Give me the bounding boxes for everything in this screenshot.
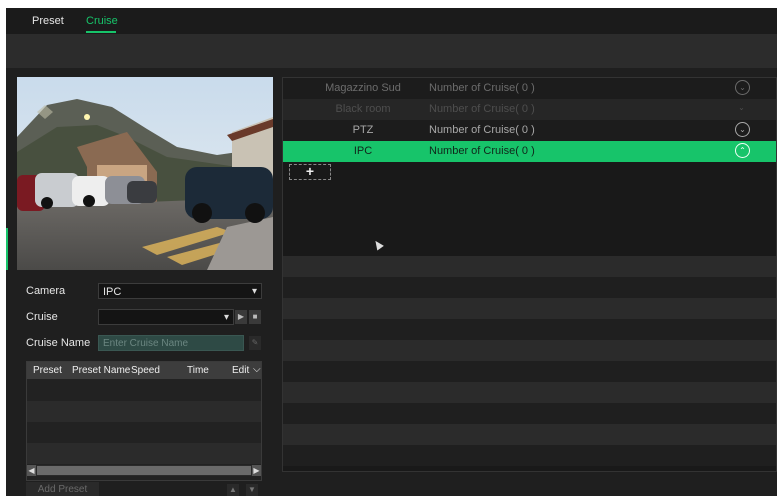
- chevron-down-circle-icon[interactable]: ⌄: [735, 80, 750, 95]
- camera-name: Black room: [335, 103, 391, 115]
- arrow-up-icon: ▲: [229, 485, 237, 494]
- selection-accent: [6, 228, 8, 270]
- camera-label: Camera: [26, 285, 66, 297]
- tab-cruise[interactable]: Cruise: [86, 15, 118, 27]
- list-row: [283, 277, 776, 298]
- scroll-right-icon[interactable]: ▶: [252, 465, 261, 476]
- horizontal-scrollbar[interactable]: ◀ ▶: [27, 465, 261, 476]
- chevron-down-icon: ▾: [223, 312, 229, 323]
- camera-select-value: IPC: [103, 286, 122, 298]
- camera-name: PTZ: [352, 124, 374, 136]
- camera-cruise-list: Magazzino Sud Number of Cruise( 0 ) ⌄ Bl…: [282, 77, 777, 472]
- play-icon: ▶: [237, 312, 245, 321]
- list-item[interactable]: PTZ Number of Cruise( 0 ) ⌄: [283, 120, 776, 141]
- list-item-selected[interactable]: IPC Number of Cruise( 0 ) ⌃: [283, 141, 776, 162]
- scrollbar-thumb[interactable]: [37, 466, 251, 475]
- table-row: [27, 422, 261, 443]
- chevron-down-icon: ⌵: [253, 364, 261, 375]
- list-item[interactable]: Black room Number of Cruise( 0 ) ⌄: [283, 99, 776, 120]
- list-row: [283, 361, 776, 382]
- table-row: [27, 380, 261, 401]
- cruise-label: Cruise: [26, 311, 58, 323]
- list-row: [283, 340, 776, 361]
- tab-preset[interactable]: Preset: [32, 15, 64, 27]
- plus-icon: +: [305, 163, 315, 179]
- camera-name: Magazzino Sud: [325, 82, 401, 94]
- column-header-time: Time: [187, 365, 209, 376]
- chevron-up-circle-icon[interactable]: ⌃: [735, 143, 750, 158]
- arrow-down-icon: ▼: [248, 485, 256, 494]
- app-frame: Preset Cruise Camera IPC ▾ Cruise ▾ ▶ ■ …: [6, 8, 777, 496]
- scroll-left-icon[interactable]: ◀: [27, 465, 36, 476]
- cruise-count: Number of Cruise( 0 ): [429, 103, 535, 115]
- list-row: [283, 256, 776, 277]
- move-down-button[interactable]: ▼: [246, 484, 258, 496]
- camera-preview: [17, 77, 273, 270]
- list-row: [283, 403, 776, 424]
- cruise-count: Number of Cruise( 0 ): [429, 145, 535, 157]
- column-header-edit: Edit: [232, 365, 250, 376]
- chevron-down-icon: ▾: [251, 286, 257, 297]
- cruise-count: Number of Cruise( 0 ): [429, 124, 535, 136]
- column-header-speed: Speed: [131, 365, 160, 376]
- rename-button[interactable]: ✎: [249, 336, 261, 350]
- list-row: [283, 319, 776, 340]
- preset-table-header: Preset Preset Name Speed Time Edit ⌵: [27, 362, 261, 379]
- move-up-button[interactable]: ▲: [227, 484, 239, 496]
- camera-select[interactable]: IPC ▾: [98, 283, 262, 299]
- chevron-down-circle-icon[interactable]: ⌄: [735, 122, 750, 137]
- list-row: [283, 445, 776, 466]
- cruise-select[interactable]: ▾: [98, 309, 234, 325]
- cruise-count: Number of Cruise( 0 ): [429, 82, 535, 94]
- camera-name: IPC: [353, 145, 373, 157]
- table-row: [27, 401, 261, 422]
- tab-bar: Preset Cruise: [6, 8, 777, 34]
- stop-cruise-button[interactable]: ■: [249, 310, 261, 324]
- toolbar: [6, 34, 777, 68]
- list-row: [283, 298, 776, 319]
- cruise-name-placeholder: Enter Cruise Name: [103, 338, 189, 349]
- play-cruise-button[interactable]: ▶: [235, 310, 247, 324]
- mouse-cursor-icon: [372, 238, 384, 251]
- column-header-preset-name: Preset Name: [72, 365, 131, 376]
- list-item[interactable]: Magazzino Sud Number of Cruise( 0 ) ⌄: [283, 78, 776, 99]
- column-header-preset: Preset: [33, 365, 62, 376]
- cruise-name-label: Cruise Name: [26, 337, 91, 349]
- cruise-name-input[interactable]: Enter Cruise Name: [98, 335, 244, 351]
- active-tab-indicator: [86, 31, 116, 33]
- table-row: [27, 443, 261, 464]
- preset-table: Preset Preset Name Speed Time Edit ⌵ ◀ ▶: [26, 361, 262, 481]
- add-cruise-button[interactable]: +: [289, 164, 331, 180]
- add-preset-button[interactable]: Add Preset: [26, 482, 99, 496]
- stop-icon: ■: [252, 312, 258, 321]
- list-row: [283, 424, 776, 445]
- edit-icon: ✎: [251, 338, 259, 347]
- list-row: [283, 382, 776, 403]
- chevron-down-icon[interactable]: ⌄: [735, 101, 748, 114]
